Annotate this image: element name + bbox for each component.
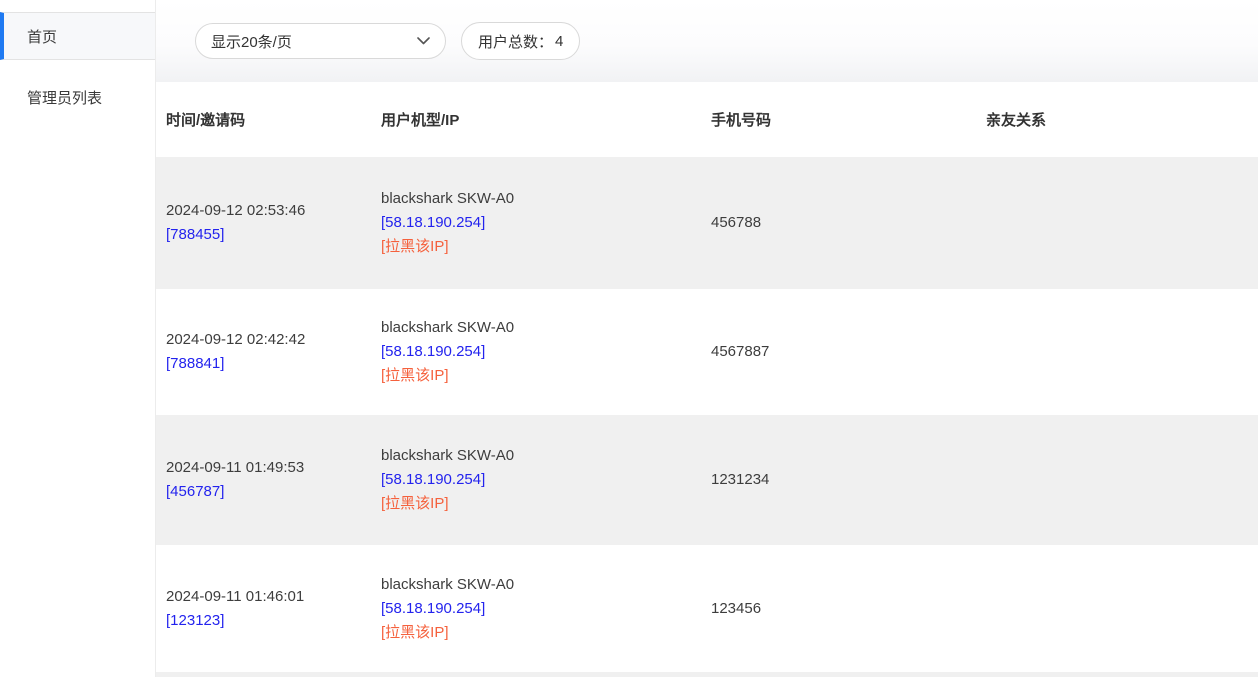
ip-link[interactable]: [58.18.190.254] xyxy=(381,468,711,492)
blacklist-ip-link[interactable]: [拉黑该IP] xyxy=(381,235,711,259)
invite-code-link[interactable]: [123123] xyxy=(166,609,381,633)
table-row: 2024-09-12 02:53:46 [788455] blackshark … xyxy=(156,157,1258,289)
page-size-select[interactable]: 显示20条/页 xyxy=(195,23,446,59)
cell-time: 2024-09-11 01:46:01 [123123] xyxy=(156,585,381,633)
device-name: blackshark SKW-A0 xyxy=(381,316,711,340)
sidebar-item-home[interactable]: 首页 xyxy=(0,12,155,60)
column-header-relation: 亲友关系 xyxy=(986,109,1258,130)
device-name: blackshark SKW-A0 xyxy=(381,573,711,597)
user-total-label: 用户总数： xyxy=(478,31,553,52)
time-text: 2024-09-11 01:46:01 xyxy=(166,585,381,609)
user-table: 时间/邀请码 用户机型/IP 手机号码 亲友关系 2024-09-12 02:5… xyxy=(156,82,1258,677)
page-size-select-value: 显示20条/页 xyxy=(211,31,292,52)
invite-code-link[interactable]: [788841] xyxy=(166,352,381,376)
user-total-badge: 用户总数： 4 xyxy=(461,22,580,60)
sidebar-item-admin-list[interactable]: 管理员列表 xyxy=(0,72,155,122)
sidebar-item-home-label: 首页 xyxy=(27,26,57,47)
blacklist-ip-link[interactable]: [拉黑该IP] xyxy=(381,364,711,388)
invite-code-link[interactable]: [788455] xyxy=(166,223,381,247)
column-header-device: 用户机型/IP xyxy=(381,109,711,130)
device-name: blackshark SKW-A0 xyxy=(381,187,711,211)
user-total-count: 4 xyxy=(555,33,563,50)
table-row: 2024-09-11 01:46:01 [123123] blackshark … xyxy=(156,545,1258,672)
main-content: 显示20条/页 用户总数： 4 时间/邀请码 用户机型/IP 手机号码 亲友关系 xyxy=(156,0,1258,677)
ip-link[interactable]: [58.18.190.254] xyxy=(381,211,711,235)
toolbar: 显示20条/页 用户总数： 4 xyxy=(156,0,1258,82)
device-name: blackshark SKW-A0 xyxy=(381,444,711,468)
cell-phone: 4567887 xyxy=(711,340,986,364)
cell-phone: 1231234 xyxy=(711,468,986,492)
app-window: 首页 管理员列表 显示20条/页 用户总数： 4 xyxy=(0,0,1258,677)
time-text: 2024-09-11 01:49:53 xyxy=(166,456,381,480)
blacklist-ip-link[interactable]: [拉黑该IP] xyxy=(381,621,711,645)
sidebar: 首页 管理员列表 xyxy=(0,0,156,677)
table-row: 2024-09-11 01:49:53 [456787] blackshark … xyxy=(156,415,1258,545)
cell-device: blackshark SKW-A0 [58.18.190.254] [拉黑该IP… xyxy=(381,187,711,259)
cell-device: blackshark SKW-A0 [58.18.190.254] [拉黑该IP… xyxy=(381,573,711,645)
cell-phone: 456788 xyxy=(711,211,986,235)
ip-link[interactable]: [58.18.190.254] xyxy=(381,597,711,621)
time-text: 2024-09-12 02:42:42 xyxy=(166,328,381,352)
sidebar-item-admin-list-label: 管理员列表 xyxy=(27,87,102,108)
table-body: 2024-09-12 02:53:46 [788455] blackshark … xyxy=(156,157,1258,677)
cell-phone: 123456 xyxy=(711,597,986,621)
chevron-down-icon xyxy=(417,37,430,45)
ip-link[interactable]: [58.18.190.254] xyxy=(381,340,711,364)
invite-code-link[interactable]: [456787] xyxy=(166,480,381,504)
blacklist-ip-link[interactable]: [拉黑该IP] xyxy=(381,492,711,516)
table-row: 2024-09-12 02:42:42 [788841] blackshark … xyxy=(156,289,1258,415)
column-header-time: 时间/邀请码 xyxy=(156,109,381,130)
table-header-row: 时间/邀请码 用户机型/IP 手机号码 亲友关系 xyxy=(156,82,1258,157)
next-row-partial xyxy=(156,672,1258,677)
cell-time: 2024-09-12 02:42:42 [788841] xyxy=(156,328,381,376)
cell-device: blackshark SKW-A0 [58.18.190.254] [拉黑该IP… xyxy=(381,316,711,388)
cell-device: blackshark SKW-A0 [58.18.190.254] [拉黑该IP… xyxy=(381,444,711,516)
column-header-phone: 手机号码 xyxy=(711,109,986,130)
time-text: 2024-09-12 02:53:46 xyxy=(166,199,381,223)
cell-time: 2024-09-12 02:53:46 [788455] xyxy=(156,199,381,247)
cell-time: 2024-09-11 01:49:53 [456787] xyxy=(156,456,381,504)
